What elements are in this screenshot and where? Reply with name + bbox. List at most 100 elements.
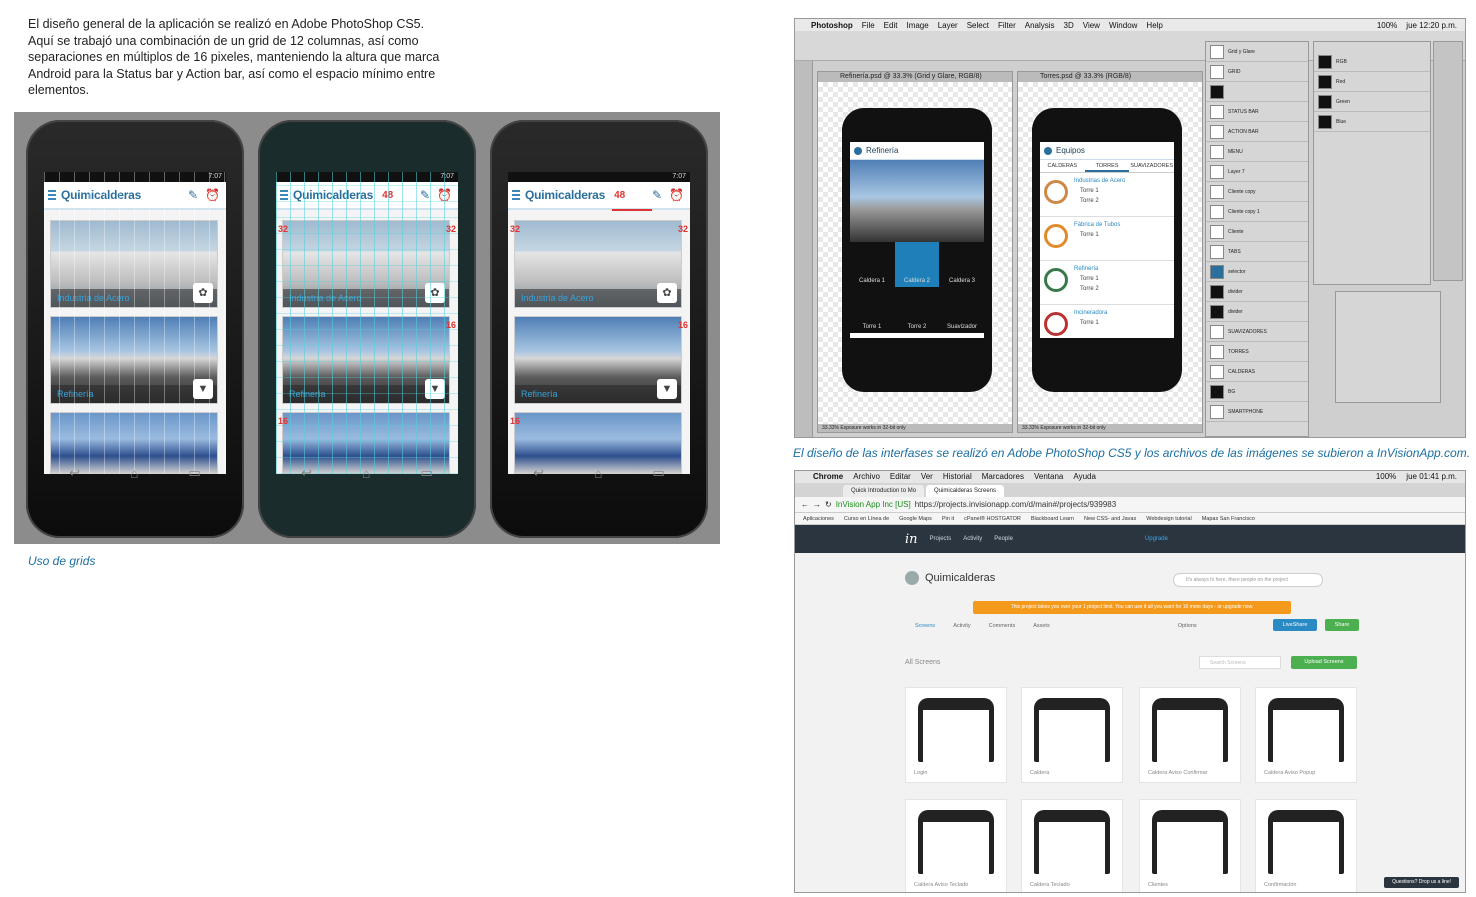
menu-item[interactable]: Marcadores [982, 471, 1024, 483]
document-tab[interactable]: Torres.psd @ 33.3% (RGB/8) [1018, 72, 1202, 82]
screen-thumb[interactable]: Caldera [1021, 687, 1123, 783]
browser-tab[interactable]: Quick Introduction to Mo [843, 485, 925, 497]
layer-thumb [1210, 144, 1224, 159]
menu-item[interactable]: Window [1109, 21, 1137, 30]
layer-thumb [1210, 104, 1224, 119]
channel-row[interactable]: RGB [1314, 52, 1430, 72]
menu-item[interactable]: Layer [938, 21, 958, 30]
layer-row[interactable]: SUAVIZADORES [1206, 322, 1308, 342]
screen-search-input[interactable]: Search Screens [1199, 656, 1281, 669]
nav-item[interactable]: People [994, 536, 1013, 542]
bookmark[interactable]: Blackboard Learn [1031, 513, 1074, 524]
invision-logo-icon[interactable]: in [905, 532, 918, 547]
bookmark[interactable]: Pin it [942, 513, 954, 524]
layer-name: SMARTPHONE [1228, 408, 1264, 415]
subtab-assets[interactable]: Assets [1033, 623, 1050, 629]
menu-item[interactable]: Filter [998, 21, 1016, 30]
layer-name: divider [1228, 288, 1243, 295]
menu-item[interactable]: Select [967, 21, 989, 30]
browser-tab-active[interactable]: Quimicalderas Screens [926, 485, 1005, 497]
layer-row[interactable]: STATUS BAR [1206, 102, 1308, 122]
layer-row[interactable]: Cliente [1206, 222, 1308, 242]
layer-row[interactable]: Cliente copy 1 [1206, 202, 1308, 222]
document-tab[interactable]: Refinería.psd @ 33.3% (Grid y Glare, RGB… [818, 72, 1012, 82]
all-screens-filter[interactable]: All Screens [905, 659, 940, 666]
layer-row[interactable]: Grid y Glare [1206, 42, 1308, 62]
reload-icon[interactable]: ↻ [825, 500, 832, 509]
people-search-input[interactable]: It's always hi here, there people on the… [1173, 573, 1323, 587]
screen-thumb[interactable]: Clientes [1139, 799, 1241, 892]
character-panel[interactable] [1335, 291, 1441, 403]
nav-item[interactable]: Activity [963, 536, 982, 542]
channel-row[interactable]: Red [1314, 72, 1430, 92]
menu-item[interactable]: Ayuda [1073, 471, 1096, 483]
document-window[interactable]: Refinería.psd @ 33.3% (Grid y Glare, RGB… [817, 71, 1013, 433]
menu-item[interactable]: Help [1146, 21, 1162, 30]
layer-row[interactable]: TORRES [1206, 342, 1308, 362]
layer-row[interactable]: divider [1206, 302, 1308, 322]
address-bar[interactable]: ← → ↻ InVision App Inc [US] https://proj… [795, 497, 1465, 513]
layer-row[interactable]: GRID [1206, 62, 1308, 82]
url-text[interactable]: https://projects.invisionapp.com/d/main#… [915, 500, 1116, 509]
subtab-activity[interactable]: Activity [953, 623, 970, 629]
options-button[interactable]: Options [1178, 623, 1197, 629]
bookmark[interactable]: Webdesign tutorial [1146, 513, 1191, 524]
menu-item[interactable]: File [862, 21, 875, 30]
bookmark[interactable]: New CSS- and Javas [1084, 513, 1136, 524]
menu-item[interactable]: View [1083, 21, 1100, 30]
layer-row[interactable]: TABS [1206, 242, 1308, 262]
bookmark[interactable]: Google Maps [899, 513, 932, 524]
channel-row[interactable]: Blue [1314, 112, 1430, 132]
upload-screens-button[interactable]: Upload Screens [1291, 656, 1357, 669]
screen-thumb[interactable]: Caldera Aviso Confirmar [1139, 687, 1241, 783]
project-icon [905, 571, 919, 585]
panel-dock[interactable] [1433, 41, 1463, 281]
layer-row[interactable]: CALDERAS [1206, 362, 1308, 382]
menu-item[interactable]: 3D [1064, 21, 1074, 30]
back-icon[interactable]: ← [801, 500, 809, 509]
document-window[interactable]: Torres.psd @ 33.3% (RGB/8) Equipos CALDE… [1017, 71, 1203, 433]
menu-item[interactable]: Archivo [853, 471, 880, 483]
layer-row[interactable]: BG [1206, 382, 1308, 402]
menu-item[interactable]: Ventana [1034, 471, 1063, 483]
bookmark[interactable]: cPanel® HOSTGATOR [964, 513, 1021, 524]
layers-panel[interactable]: Grid y Glare GRID STATUS BAR ACTION BAR … [1205, 41, 1309, 437]
menu-item[interactable]: Image [906, 21, 928, 30]
menu-item[interactable]: Edit [884, 21, 898, 30]
layer-row[interactable]: SMARTPHONE [1206, 402, 1308, 422]
screen-thumb[interactable]: Caldera Aviso Teclado [905, 799, 1007, 892]
bookmark[interactable]: Aplicaciones [803, 513, 834, 524]
forward-icon[interactable]: → [813, 500, 821, 509]
status-bar: 7:07 [276, 172, 458, 182]
screen-thumb[interactable]: Confirmación [1255, 799, 1357, 892]
screen-thumb[interactable]: Caldera Aviso Popup [1255, 687, 1357, 783]
menu-item[interactable]: Chrome [813, 471, 843, 483]
menu-item[interactable]: Editar [890, 471, 911, 483]
menu-item[interactable]: Analysis [1025, 21, 1055, 30]
layer-row[interactable] [1206, 82, 1308, 102]
share-button[interactable]: Share [1325, 619, 1359, 631]
layer-row[interactable]: ACTION BAR [1206, 122, 1308, 142]
layer-row[interactable]: Cliente copy [1206, 182, 1308, 202]
menu-item[interactable]: Historial [943, 471, 972, 483]
layer-row[interactable]: selector [1206, 262, 1308, 282]
channels-panel[interactable]: RGB Red Green Blue [1313, 41, 1431, 285]
bookmark[interactable]: Curso en Línea de [844, 513, 889, 524]
layer-row[interactable]: Layer 7 [1206, 162, 1308, 182]
upgrade-link[interactable]: Upgrade [1145, 536, 1168, 542]
measure-16-label: 16 [677, 320, 688, 330]
subtab-screens[interactable]: Screens [915, 623, 935, 629]
liveshare-button[interactable]: LiveShare [1273, 619, 1317, 631]
layer-row[interactable]: divider [1206, 282, 1308, 302]
help-chat-button[interactable]: Questions? Drop us a line! [1384, 877, 1459, 888]
menu-item[interactable]: Ver [921, 471, 933, 483]
tools-panel[interactable] [795, 61, 813, 437]
bookmark[interactable]: Mapas San Francisco [1202, 513, 1255, 524]
screen-thumb[interactable]: Login [905, 687, 1007, 783]
subtab-comments[interactable]: Comments [989, 623, 1016, 629]
layer-row[interactable]: MENU [1206, 142, 1308, 162]
channel-row[interactable]: Green [1314, 92, 1430, 112]
nav-item[interactable]: Projects [930, 536, 952, 542]
menu-item[interactable]: Photoshop [811, 21, 853, 30]
screen-thumb[interactable]: Caldera Teclado [1021, 799, 1123, 892]
